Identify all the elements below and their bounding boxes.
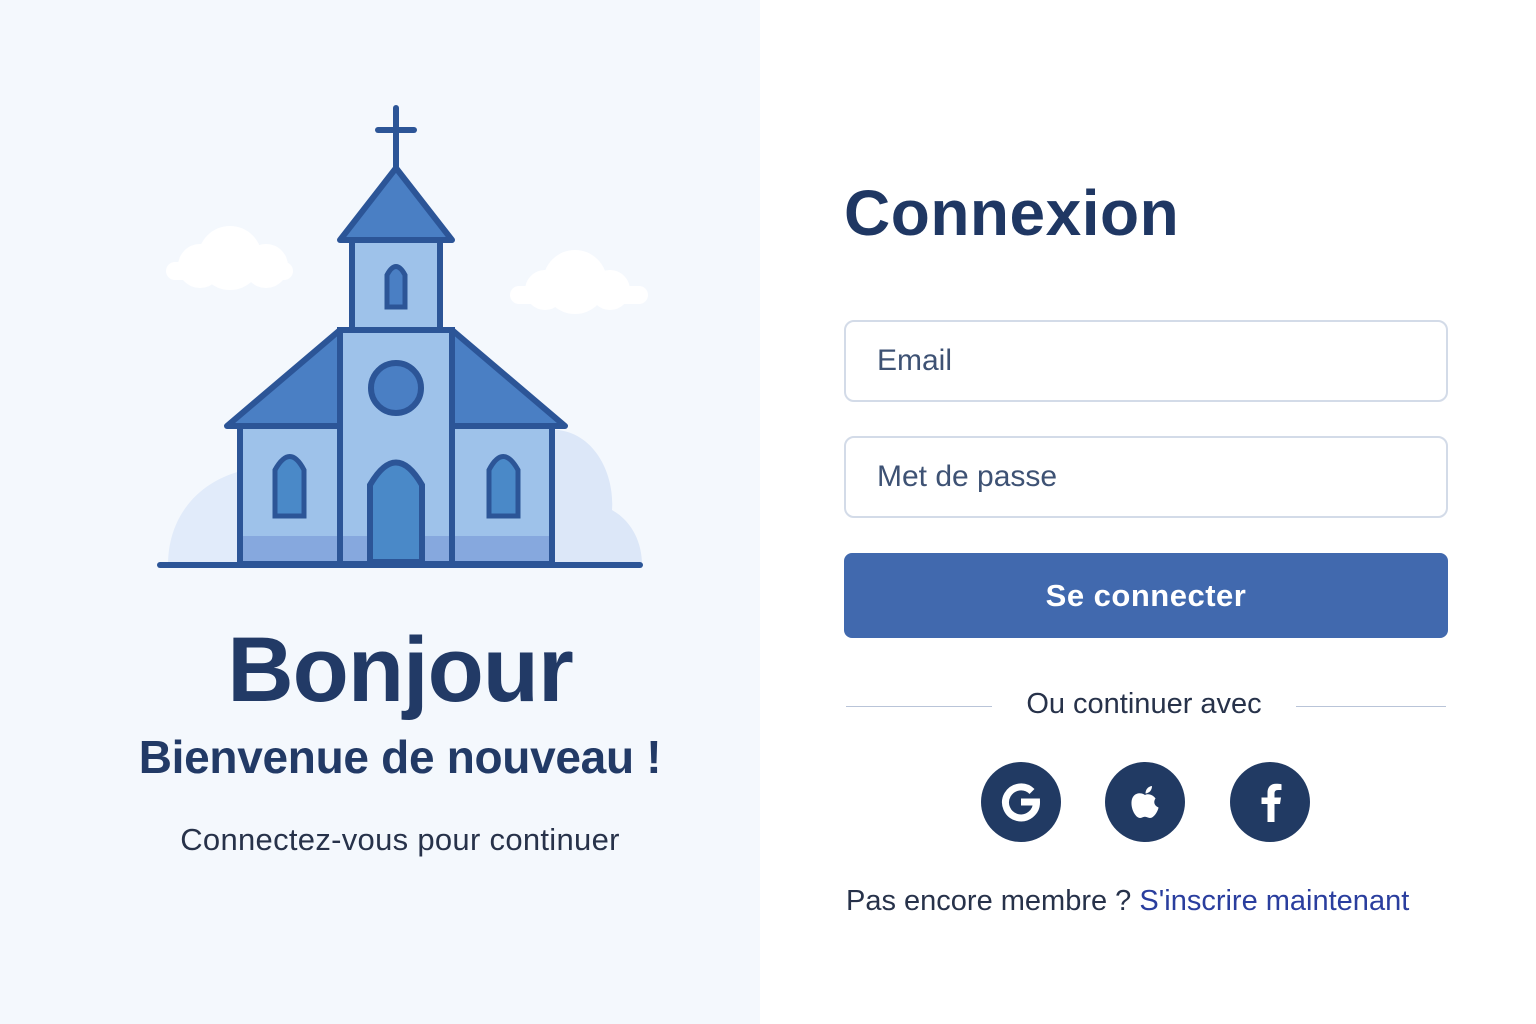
welcome-subtitle: Bienvenue de nouveau ! [138,731,662,783]
login-button[interactable]: Se connecter [844,553,1448,638]
email-field[interactable] [844,320,1448,402]
login-title: Connexion [844,177,1180,249]
signup-text: Pas encore membre ? [846,885,1132,917]
google-icon [1002,783,1041,822]
facebook-icon [1261,783,1282,822]
login-panel: Connexion Se connecter Ou continuer avec… [760,0,1536,1024]
apple-icon [1131,786,1159,818]
welcome-title: Bonjour [227,619,574,721]
google-login-button[interactable] [981,762,1061,842]
signup-prompt: Pas encore membre ? S'inscrire maintenan… [846,885,1409,918]
apple-login-button[interactable] [1105,762,1185,842]
church-icon [157,105,648,568]
divider-line-right [1296,706,1446,707]
signup-link[interactable]: S'inscrire maintenant [1139,885,1409,917]
facebook-login-button[interactable] [1230,762,1310,842]
welcome-panel: Bonjour Bienvenue de nouveau ! Connectez… [0,0,760,1024]
divider-text: Ou continuer avec [1026,688,1262,720]
welcome-caption: Connectez-vous pour continuer [180,822,620,857]
login-page: Bonjour Bienvenue de nouveau ! Connectez… [0,0,1536,1024]
password-field[interactable] [844,436,1448,518]
divider-line-left [846,706,992,707]
